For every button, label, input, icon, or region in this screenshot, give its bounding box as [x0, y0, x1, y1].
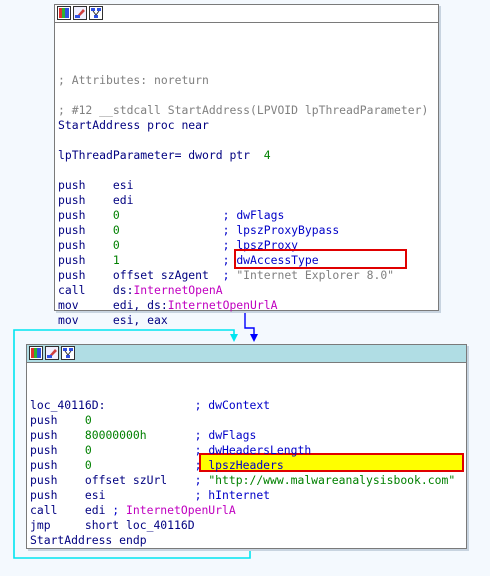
asm-token: mov edi, ds:	[58, 298, 168, 312]
asm-token: 0	[84, 443, 92, 457]
graph-node-startaddress[interactable]: ; Attributes: noreturn ; #12 __stdcall St…	[54, 4, 439, 327]
asm-token: push offset szAgent	[58, 268, 223, 282]
edge-arrowhead-blue	[250, 334, 258, 342]
grouped-nodes-icon[interactable]	[89, 6, 103, 20]
asm-line[interactable]: push 0 ; dwFlags	[58, 208, 284, 223]
asm-token: push esi	[58, 178, 134, 192]
asm-line[interactable]: StartAddress proc near	[58, 118, 209, 133]
asm-token: ; lpszProxyBypass	[222, 223, 340, 237]
asm-token	[147, 428, 195, 442]
asm-token: InternetOpenA	[133, 283, 223, 297]
asm-line[interactable]: ; Attributes: noreturn	[58, 73, 209, 88]
asm-token: lpThreadParameter= dword ptr	[58, 148, 264, 162]
asm-token: 0	[84, 458, 92, 472]
asm-line[interactable]: mov esi, eax	[58, 313, 168, 328]
asm-line[interactable]: call ds:InternetOpenA	[58, 283, 223, 298]
asm-line[interactable]: push offset szAgent ; "Internet Explorer…	[58, 268, 394, 283]
asm-token: "http://www.malwareanalysisbook.com"	[208, 473, 456, 487]
asm-token: ; dwFlags	[222, 208, 285, 222]
asm-token: push	[58, 253, 113, 267]
graph-color-icon[interactable]	[29, 346, 43, 360]
asm-line[interactable]: push offset szUrl ; "http://www.malwarea…	[30, 473, 455, 488]
grouped-nodes-icon[interactable]	[61, 346, 75, 360]
asm-token: ; Attributes: noreturn	[58, 73, 209, 87]
asm-token: ;	[222, 268, 237, 282]
asm-token: push	[30, 458, 85, 472]
asm-line[interactable]: loc_40116D: ; dwContext	[30, 398, 270, 413]
asm-line[interactable]: push 0 ; dwHeadersLength	[30, 443, 311, 458]
asm-line[interactable]: call edi ; InternetOpenUrlA	[30, 503, 236, 518]
rename-node-icon[interactable]	[73, 6, 87, 20]
asm-line[interactable]: ; #12 __stdcall StartAddress(LPVOID lpTh…	[58, 103, 428, 118]
asm-token: ;	[112, 503, 127, 517]
asm-token: push offset szUrl	[30, 473, 195, 487]
asm-token: InternetOpenUrlA	[126, 503, 236, 517]
asm-token: push	[30, 428, 85, 442]
asm-token: push	[30, 443, 85, 457]
asm-token	[92, 458, 195, 472]
asm-token: ;	[194, 473, 209, 487]
asm-token: ; hInternet	[194, 488, 271, 502]
asm-line[interactable]: push 0	[30, 413, 92, 428]
asm-line[interactable]: push edi	[58, 193, 133, 208]
asm-token: loc_40116D:	[30, 398, 195, 412]
asm-token: push	[58, 223, 113, 237]
rename-node-icon[interactable]	[45, 346, 59, 360]
asm-line[interactable]: lpThreadParameter= dword ptr 4	[58, 148, 271, 163]
asm-token: "Internet Explorer 8.0"	[236, 268, 395, 282]
edge-node1-to-node2	[244, 310, 255, 336]
asm-token: push	[58, 208, 113, 222]
asm-line[interactable]: push 0 ; lpszProxyBypass	[58, 223, 339, 238]
asm-token: push edi	[58, 193, 134, 207]
asm-token	[92, 443, 195, 457]
asm-line[interactable]: jmp short loc_40116D	[30, 518, 195, 533]
node-titlebar	[55, 5, 438, 23]
asm-token: 0	[84, 413, 92, 427]
asm-token: jmp short loc_40116D	[30, 518, 195, 532]
asm-token: 0	[112, 208, 120, 222]
asm-token: StartAddress endp	[30, 533, 147, 547]
asm-token	[120, 208, 223, 222]
asm-token: InternetOpenUrlA	[167, 298, 278, 312]
asm-token: 80000000h	[84, 428, 147, 442]
asm-token: ; #12 __stdcall StartAddress(LPVOID lpTh…	[58, 103, 429, 117]
asm-token	[120, 223, 223, 237]
asm-token: call edi	[30, 503, 113, 517]
asm-token	[120, 253, 223, 267]
asm-token	[120, 238, 223, 252]
highlight-agent-string	[234, 249, 407, 269]
asm-line[interactable]: push 0 ; lpszHeaders	[30, 458, 284, 473]
asm-token: 4	[263, 148, 271, 162]
asm-token: ; dwContext	[194, 398, 271, 412]
graph-node-loc_40116d[interactable]: loc_40116D: ; dwContext push 0 push 800000…	[26, 344, 467, 549]
graph-color-icon[interactable]	[57, 6, 71, 20]
asm-line[interactable]: push esi ; hInternet	[30, 488, 270, 503]
asm-token: mov esi, eax	[58, 313, 168, 327]
asm-line[interactable]: push esi	[58, 178, 133, 193]
asm-token: StartAddress proc near	[58, 118, 209, 132]
asm-token: ; dwHeadersLength	[194, 443, 312, 457]
node-titlebar	[27, 345, 466, 363]
asm-line[interactable]: push 80000000h ; dwFlags	[30, 428, 256, 443]
asm-token: 0	[112, 238, 120, 252]
asm-line[interactable]: mov edi, ds:InternetOpenUrlA	[58, 298, 277, 313]
asm-token: push esi	[30, 488, 195, 502]
asm-token: ; dwFlags	[194, 428, 257, 442]
asm-token: call ds:	[58, 283, 134, 297]
edge-arrowhead-cyan	[230, 334, 238, 342]
asm-token: push	[30, 413, 85, 427]
asm-token: push	[58, 238, 113, 252]
asm-token: 0	[112, 223, 120, 237]
asm-line[interactable]: StartAddress endp	[30, 533, 147, 548]
asm-token: 1	[112, 253, 120, 267]
asm-token: ; lpszHeaders	[194, 458, 284, 472]
